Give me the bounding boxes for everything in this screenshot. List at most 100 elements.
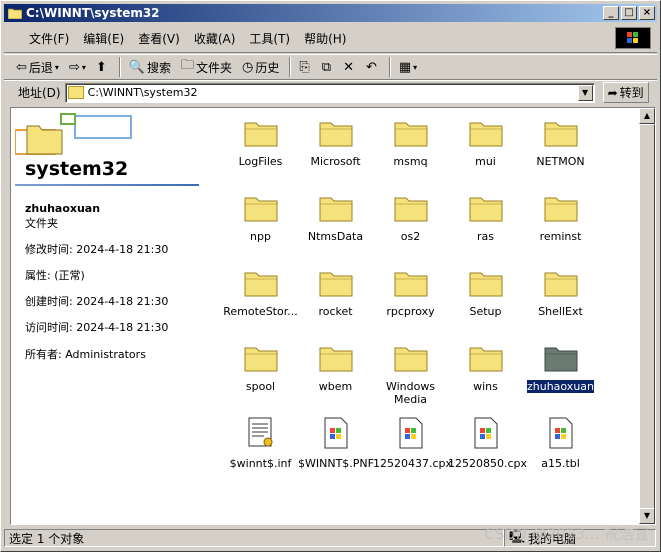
menu-favorites[interactable]: 收藏(A): [187, 26, 243, 51]
folder-icon: [319, 272, 352, 297]
views-button[interactable]: ▦ ▾: [395, 58, 421, 77]
file-item[interactable]: wbem: [298, 337, 373, 393]
file-item[interactable]: a15.tbl: [523, 412, 598, 470]
address-input[interactable]: C:\WINNT\system32 ▼: [64, 82, 595, 103]
folders-icon: 🗀: [180, 58, 194, 73]
modified-time: 修改时间: 2024-4-18 21:30: [25, 243, 169, 256]
forward-button[interactable]: ⇨ ▾: [65, 58, 90, 77]
file-item[interactable]: $WINNT$.PNF: [298, 412, 374, 470]
file-item[interactable]: NETMON: [523, 112, 598, 168]
folder-icon: [319, 347, 352, 372]
back-arrow-icon: ⇦: [16, 59, 27, 75]
file-item-label: os2: [400, 230, 421, 243]
file-item-label: msmq: [393, 155, 428, 168]
scroll-thumb[interactable]: [639, 124, 655, 519]
folder-icon: [244, 347, 277, 372]
history-icon: ◷: [242, 59, 254, 75]
file-item[interactable]: os2: [373, 187, 448, 243]
file-item[interactable]: ShellExt: [523, 262, 598, 318]
back-button[interactable]: ⇦ 后退 ▾: [12, 57, 63, 78]
menu-tools[interactable]: 工具(T): [242, 26, 297, 51]
system-file-icon: [474, 417, 497, 449]
folder-icon: [394, 122, 427, 147]
file-item-label: mui: [475, 155, 496, 168]
scroll-up-button[interactable]: ▲: [639, 108, 655, 124]
file-item[interactable]: $winnt$.inf: [223, 412, 298, 470]
file-item[interactable]: Microsoft: [298, 112, 373, 168]
file-item-label: rocket: [318, 305, 353, 318]
file-item[interactable]: zhuhaoxuan: [523, 337, 598, 394]
folder-icon: [544, 347, 577, 372]
folder-icon: [544, 197, 577, 222]
item-grid: LogFiles Microsoft msmq mui NETMON npp NtmsDat…: [211, 108, 641, 524]
file-item-label: reminst: [539, 230, 582, 243]
title-divider: [15, 184, 199, 186]
file-item-label: wbem: [318, 380, 353, 393]
file-item-label: ShellExt: [538, 305, 583, 318]
up-folder-button[interactable]: ⬆: [92, 58, 113, 77]
file-item-label: a15.tbl: [541, 457, 580, 470]
folders-button[interactable]: 🗀 文件夹: [177, 54, 236, 80]
file-item-label: zhuhaoxuan: [525, 379, 596, 394]
file-item[interactable]: rocket: [298, 262, 373, 318]
history-button[interactable]: ◷ 历史: [238, 57, 283, 78]
folder-icon: [469, 347, 502, 372]
file-item-label: rpcproxy: [386, 305, 435, 318]
folder-title: system32: [25, 158, 129, 180]
file-item[interactable]: ras: [448, 187, 523, 243]
delete-button[interactable]: ✕: [339, 58, 360, 77]
menu-file[interactable]: 文件(F): [22, 26, 76, 51]
owner: 所有者: Administrators: [25, 348, 146, 361]
vertical-scrollbar[interactable]: ▲ ▼: [639, 108, 655, 524]
file-item[interactable]: reminst: [523, 187, 598, 243]
menu-help[interactable]: 帮助(H): [297, 26, 353, 51]
file-item[interactable]: msmq: [373, 112, 448, 168]
copy-to-button[interactable]: ⧉: [318, 58, 337, 77]
system-file-icon: [549, 417, 572, 449]
file-item[interactable]: rpcproxy: [373, 262, 448, 318]
folder-icon: [319, 122, 352, 147]
close-button[interactable]: ×: [639, 6, 655, 20]
file-item-label: NETMON: [536, 155, 585, 168]
undo-button[interactable]: ↶: [362, 58, 383, 77]
search-button[interactable]: 🔍 搜索: [125, 57, 175, 78]
system-file-icon: [324, 417, 347, 449]
maximize-button[interactable]: □: [621, 6, 637, 20]
file-item-label: Setup: [469, 305, 502, 318]
window-title: C:\WINNT\system32: [26, 6, 160, 20]
undo-icon: ↶: [365, 59, 377, 75]
file-item[interactable]: wins: [448, 337, 523, 393]
file-item[interactable]: LogFiles: [223, 112, 298, 168]
file-item-label: NtmsData: [307, 230, 364, 243]
scroll-down-button[interactable]: ▼: [639, 508, 655, 524]
toolbar-separator: [118, 57, 121, 77]
file-item[interactable]: spool: [223, 337, 298, 393]
selected-item-type: 文件夹: [25, 217, 58, 230]
move-to-button[interactable]: ⎘: [295, 58, 315, 77]
file-item-label: 12520437.cpx: [373, 457, 453, 470]
explorer-window: C:\WINNT\system32 _ □ × 文件(F) 编辑(E) 查看(V…: [0, 0, 661, 552]
file-item[interactable]: Setup: [448, 262, 523, 318]
folder-icon: [544, 122, 577, 147]
folder-icon: [394, 347, 427, 372]
go-button[interactable]: ➦ 转到: [602, 82, 649, 103]
folder-icon: [544, 272, 577, 297]
address-dropdown-button[interactable]: ▼: [577, 84, 593, 101]
file-item[interactable]: npp: [223, 187, 298, 243]
file-item[interactable]: Windows Media: [373, 337, 448, 406]
file-item-label: $WINNT$.PNF: [298, 457, 374, 470]
file-item-label: wins: [473, 380, 498, 393]
menu-edit[interactable]: 编辑(E): [76, 26, 131, 51]
file-item[interactable]: 12520850.cpx: [448, 412, 527, 470]
title-bar[interactable]: C:\WINNT\system32 _ □ ×: [4, 4, 657, 22]
windows-logo-icon: [615, 27, 651, 49]
go-arrow-icon: ➦: [607, 85, 618, 100]
file-item-label: 12520850.cpx: [448, 457, 528, 470]
menu-view[interactable]: 查看(V): [131, 26, 187, 51]
file-item[interactable]: 12520437.cpx: [373, 412, 452, 470]
file-view: system32 zhuhaoxuan 文件夹 修改时间: 2024-4-18 …: [10, 107, 656, 525]
file-item[interactable]: mui: [448, 112, 523, 168]
minimize-button[interactable]: _: [603, 6, 619, 20]
file-item[interactable]: RemoteStor...: [223, 262, 298, 318]
file-item[interactable]: NtmsData: [298, 187, 373, 243]
